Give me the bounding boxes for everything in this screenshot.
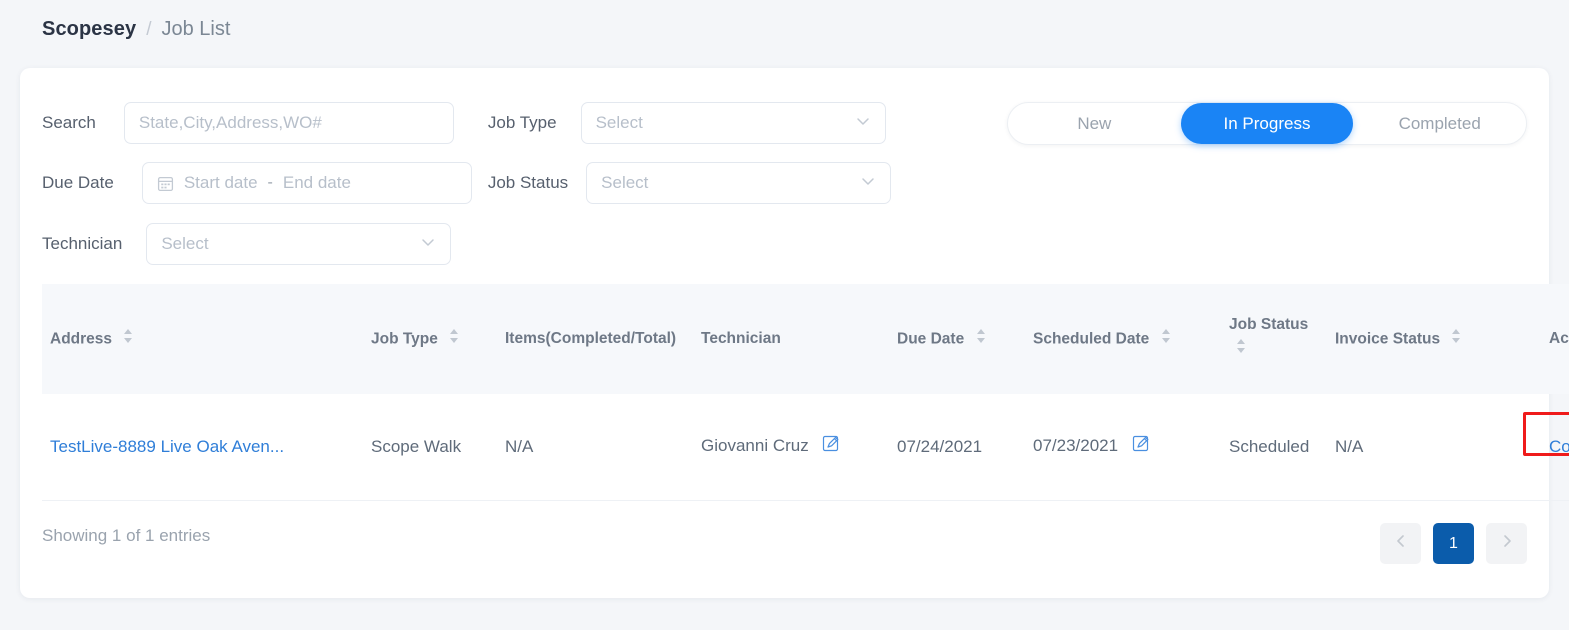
cell-technician: Giovanni Cruz xyxy=(693,394,889,501)
sort-arrows-icon[interactable] xyxy=(448,326,460,353)
chevron-down-icon xyxy=(420,234,436,255)
edit-pencil-icon[interactable] xyxy=(1131,433,1151,461)
status-filter-segmented-control: New In Progress Completed xyxy=(1007,102,1527,145)
entries-summary: Showing 1 of 1 entries xyxy=(42,526,211,545)
table-body: TestLive-8889 Live Oak Aven... Scope Wal… xyxy=(42,394,1569,501)
job-list-card: Search State,City,Address,WO# Job Type S… xyxy=(20,68,1569,598)
calendar-icon xyxy=(157,175,174,192)
column-label: Invoice Status xyxy=(1335,330,1441,348)
filter-row-1: Search State,City,Address,WO# Job Type S… xyxy=(42,102,886,144)
job-status-label: Job Status xyxy=(487,173,569,192)
breadcrumb-separator: / xyxy=(146,18,152,40)
table-header-row: Address Job Type Items(Completed/Total) xyxy=(42,284,1569,394)
chevron-left-icon xyxy=(1394,534,1408,553)
breadcrumb-root[interactable]: Scopesey xyxy=(42,18,136,41)
job-type-label: Job Type xyxy=(487,113,557,132)
sort-arrows-icon[interactable] xyxy=(975,326,987,353)
table-row: TestLive-8889 Live Oak Aven... Scope Wal… xyxy=(42,394,1569,501)
table-header: Address Job Type Items(Completed/Total) xyxy=(42,284,1569,394)
column-label: Action xyxy=(1549,329,1569,347)
technician-name: Giovanni Cruz xyxy=(701,436,809,456)
chevron-right-icon xyxy=(1500,534,1514,553)
job-type-select[interactable]: Select xyxy=(580,102,886,144)
action-wrapper: Continue xyxy=(1523,412,1569,460)
end-date-placeholder[interactable]: End date xyxy=(283,173,351,193)
column-header-job-type[interactable]: Job Type xyxy=(363,284,497,394)
edit-pencil-icon[interactable] xyxy=(821,433,841,461)
column-header-items: Items(Completed/Total) xyxy=(497,284,693,394)
due-date-range-picker[interactable]: Start date - End date xyxy=(141,162,472,204)
pagination-next-button[interactable] xyxy=(1486,523,1527,564)
cell-address: TestLive-8889 Live Oak Aven... xyxy=(42,394,363,501)
sort-arrows-icon[interactable] xyxy=(122,326,134,353)
column-label: Job Status xyxy=(1229,316,1309,334)
date-range-separator: - xyxy=(267,174,273,191)
column-header-scheduled-date[interactable]: Scheduled Date xyxy=(1025,284,1221,394)
pagination-prev-button[interactable] xyxy=(1380,523,1421,564)
tab-new[interactable]: New xyxy=(1008,103,1181,144)
cell-invoice-status: N/A xyxy=(1327,394,1541,501)
chevron-down-icon xyxy=(860,173,876,194)
column-header-due-date[interactable]: Due Date xyxy=(889,284,1025,394)
cell-job-type: Scope Walk xyxy=(363,394,497,501)
breadcrumb-current: Job List xyxy=(161,18,231,40)
tab-completed[interactable]: Completed xyxy=(1353,103,1526,144)
tab-in-progress[interactable]: In Progress xyxy=(1180,103,1354,144)
column-label: Due Date xyxy=(897,330,965,348)
job-list-table: Address Job Type Items(Completed/Total) xyxy=(42,284,1569,501)
due-date-label: Due Date xyxy=(42,173,114,192)
scheduled-date-value: 07/23/2021 xyxy=(1033,436,1119,456)
pagination-page-1[interactable]: 1 xyxy=(1433,523,1474,564)
column-header-address[interactable]: Address xyxy=(42,284,363,394)
search-placeholder: State,City,Address,WO# xyxy=(138,113,322,132)
pagination: 1 xyxy=(1380,523,1527,564)
search-input[interactable]: State,City,Address,WO# xyxy=(123,102,454,144)
column-label: Items(Completed/Total) xyxy=(505,329,677,347)
column-label: Address xyxy=(50,330,113,348)
filter-row-3: Technician Select xyxy=(42,223,452,265)
cell-due-date: 07/24/2021 xyxy=(889,394,1025,501)
column-header-technician: Technician xyxy=(693,284,889,394)
job-type-placeholder: Select xyxy=(595,113,643,132)
column-label: Job Type xyxy=(371,330,438,348)
filter-row-2: Due Date Start date - End date Job Statu… xyxy=(42,162,892,204)
search-label: Search xyxy=(42,113,96,132)
technician-select[interactable]: Select xyxy=(146,223,452,265)
technician-placeholder: Select xyxy=(161,234,209,253)
job-status-placeholder: Select xyxy=(601,173,649,192)
cell-items: N/A xyxy=(497,394,693,501)
sort-arrows-icon[interactable] xyxy=(1235,336,1247,363)
column-header-invoice-status[interactable]: Invoice Status xyxy=(1327,284,1541,394)
job-status-select[interactable]: Select xyxy=(586,162,892,204)
cell-action: Continue xyxy=(1523,394,1569,501)
column-label: Scheduled Date xyxy=(1033,330,1150,348)
column-header-action: Action xyxy=(1541,284,1569,394)
address-link[interactable]: TestLive-8889 Live Oak Aven... xyxy=(50,437,284,456)
sort-arrows-icon[interactable] xyxy=(1160,326,1172,353)
job-list-page: Scopesey / Job List Search State,City,Ad… xyxy=(0,0,1569,630)
technician-label: Technician xyxy=(42,234,123,253)
column-header-job-status[interactable]: Job Status xyxy=(1221,284,1327,394)
cell-job-status: Scheduled xyxy=(1221,394,1327,501)
sort-arrows-icon[interactable] xyxy=(1450,326,1462,353)
chevron-down-icon xyxy=(855,113,871,134)
breadcrumb: Scopesey / Job List xyxy=(42,18,230,41)
start-date-placeholder[interactable]: Start date xyxy=(184,173,258,193)
column-label: Technician xyxy=(701,329,781,347)
cell-scheduled-date: 07/23/2021 xyxy=(1025,394,1221,501)
continue-button[interactable]: Continue xyxy=(1549,437,1569,456)
